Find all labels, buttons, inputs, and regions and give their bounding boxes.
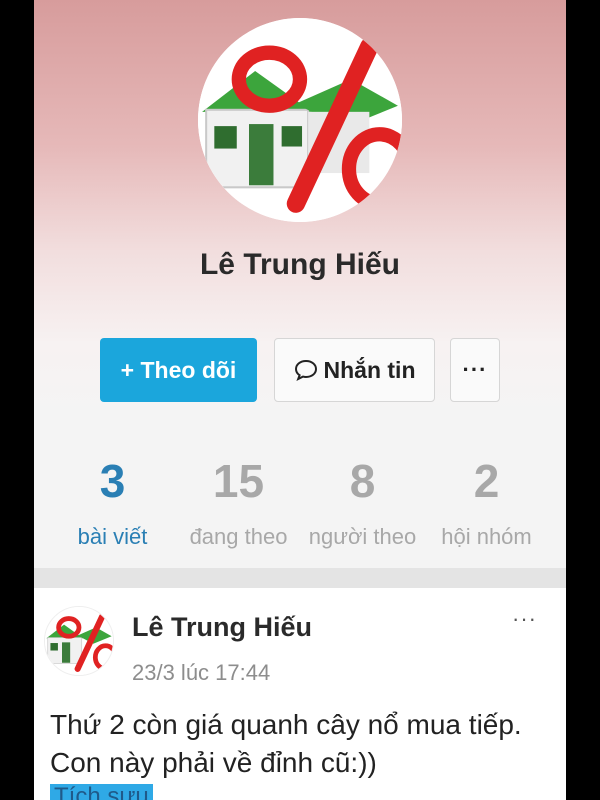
post-author-name[interactable]: Lê Trung Hiếu xyxy=(132,612,312,643)
post-card: Lê Trung Hiếu 23/3 lúc 17:44 ··· Thứ 2 c… xyxy=(34,588,566,800)
device-bezel-right xyxy=(566,0,600,800)
stat-groups-label: hội nhóm xyxy=(441,524,532,549)
stat-following[interactable]: 15 đang theo xyxy=(172,440,305,550)
message-button-label: Nhắn tin xyxy=(323,356,416,383)
profile-name: Lê Trung Hiếu xyxy=(199,248,400,281)
follow-button[interactable]: + Theo dõi xyxy=(100,338,257,402)
stat-followers[interactable]: 8 người theo xyxy=(296,440,429,550)
stat-posts[interactable]: 3 bài viết xyxy=(46,440,179,550)
stat-followers-value: 8 xyxy=(349,455,376,507)
more-options-button[interactable]: ··· xyxy=(450,338,500,402)
more-icon: ··· xyxy=(462,357,488,382)
follow-button-label: + Theo dõi xyxy=(120,356,237,383)
house-percent-logo xyxy=(45,607,113,675)
stat-following-value: 15 xyxy=(212,455,265,507)
profile-header: Lê Trung Hiếu + Theo dõi Nhắn tin ··· xyxy=(34,0,566,420)
stat-following-label: đang theo xyxy=(189,524,288,549)
stat-groups[interactable]: 2 hội nhóm xyxy=(420,440,553,550)
post-timestamp: 23/3 lúc 17:44 xyxy=(132,660,271,685)
profile-screen: Lê Trung Hiếu + Theo dõi Nhắn tin ··· 3 … xyxy=(34,0,566,800)
stat-posts-label: bài viết xyxy=(77,524,148,549)
post-more-icon[interactable]: ··· xyxy=(512,606,537,632)
profile-stats: 3 bài viết 15 đang theo 8 người theo 2 h… xyxy=(34,440,566,560)
house-percent-logo xyxy=(198,18,402,222)
section-divider xyxy=(34,568,566,588)
device-bezel-left xyxy=(0,0,34,800)
post-body-text: Thứ 2 còn giá quanh cây nổ mua tiếp. Con… xyxy=(50,709,522,778)
stat-groups-value: 2 xyxy=(473,455,500,507)
post-author-avatar[interactable] xyxy=(44,606,114,676)
profile-avatar[interactable] xyxy=(198,18,402,222)
stat-followers-label: người theo xyxy=(308,524,417,549)
message-button[interactable]: Nhắn tin xyxy=(274,338,435,402)
stat-posts-value: 3 xyxy=(99,455,126,507)
post-tag[interactable]: Tích sưu xyxy=(50,784,153,800)
speech-bubble-icon xyxy=(294,359,318,381)
